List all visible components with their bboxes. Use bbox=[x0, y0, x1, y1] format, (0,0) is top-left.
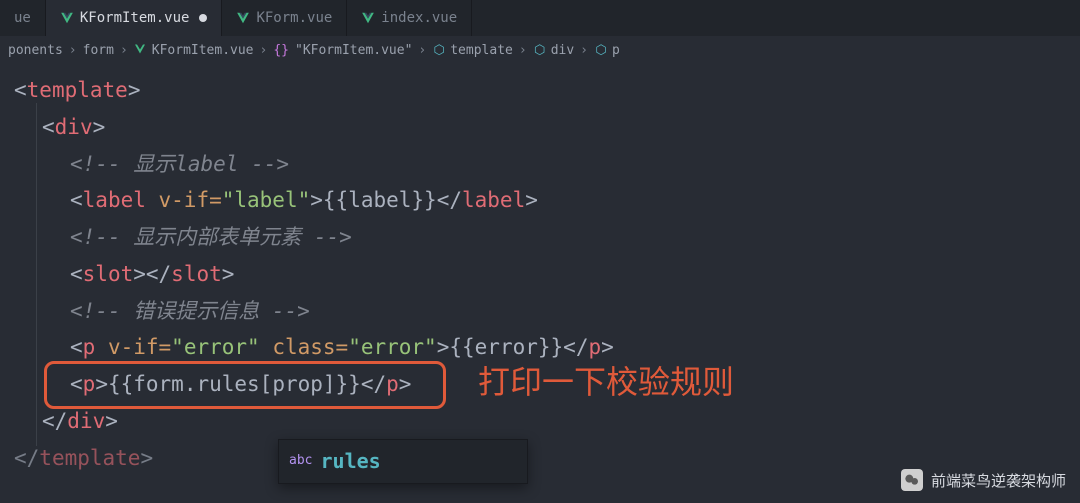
code-line: <div> bbox=[14, 109, 1080, 146]
tab-partial[interactable]: ue bbox=[0, 0, 46, 36]
code-line: <slot></slot> bbox=[14, 256, 1080, 293]
cube-icon: ⬡ bbox=[594, 43, 608, 57]
crumb-item[interactable]: ⬡ div bbox=[533, 43, 574, 58]
tab-label: KFormItem.vue bbox=[80, 10, 190, 26]
chevron-right-icon: › bbox=[120, 43, 128, 58]
crumb-item[interactable]: ⬡ template bbox=[432, 43, 513, 58]
tab-index[interactable]: index.vue bbox=[347, 0, 472, 36]
tab-label: KForm.vue bbox=[256, 10, 332, 26]
tab-kformitem[interactable]: KFormItem.vue bbox=[46, 0, 223, 36]
code-line: <!-- 显示内部表单元素 --> bbox=[14, 219, 1080, 256]
wechat-icon bbox=[901, 469, 923, 491]
modified-indicator bbox=[199, 14, 207, 22]
crumb-item[interactable]: {} bbox=[273, 43, 289, 58]
tab-label: index.vue bbox=[381, 10, 457, 26]
crumb-item[interactable]: form bbox=[83, 43, 114, 58]
tab-label: ue bbox=[14, 10, 31, 26]
watermark: 前端菜鸟逆袭架构师 bbox=[901, 469, 1066, 491]
crumb-item[interactable]: KFormItem.vue bbox=[134, 43, 254, 58]
autocomplete-item[interactable]: rules bbox=[320, 444, 380, 479]
chevron-right-icon: › bbox=[69, 43, 77, 58]
vue-icon bbox=[361, 11, 375, 25]
code-line: <label v-if="label">{{label}}</label> bbox=[14, 182, 1080, 219]
chevron-right-icon: › bbox=[580, 43, 588, 58]
chevron-right-icon: › bbox=[418, 43, 426, 58]
code-line: <!-- 显示label --> bbox=[14, 146, 1080, 183]
watermark-text: 前端菜鸟逆袭架构师 bbox=[931, 470, 1066, 491]
vue-icon bbox=[236, 11, 250, 25]
crumb-item[interactable]: "KFormItem.vue" bbox=[295, 43, 412, 58]
chevron-right-icon: › bbox=[260, 43, 268, 58]
crumb-item[interactable]: ⬡ p bbox=[594, 43, 620, 58]
crumb-item[interactable]: ponents bbox=[8, 43, 63, 58]
code-line: <template> bbox=[14, 72, 1080, 109]
annotation-text: 打印一下校验规则 bbox=[478, 354, 734, 410]
tab-bar: ue KFormItem.vue KForm.vue index.vue bbox=[0, 0, 1080, 36]
type-badge: abc bbox=[289, 450, 312, 473]
tab-kform[interactable]: KForm.vue bbox=[222, 0, 347, 36]
code-line: <!-- 错误提示信息 --> bbox=[14, 293, 1080, 330]
autocomplete-popup[interactable]: abc rules bbox=[278, 439, 528, 484]
chevron-right-icon: › bbox=[519, 43, 527, 58]
breadcrumb: ponents › form › KFormItem.vue › {} "KFo… bbox=[0, 36, 1080, 64]
code-editor[interactable]: <template> <div> <!-- 显示label --> <label… bbox=[0, 64, 1080, 503]
vue-icon bbox=[60, 11, 74, 25]
cube-icon: ⬡ bbox=[432, 43, 446, 57]
cube-icon: ⬡ bbox=[533, 43, 547, 57]
vue-icon bbox=[134, 43, 148, 57]
